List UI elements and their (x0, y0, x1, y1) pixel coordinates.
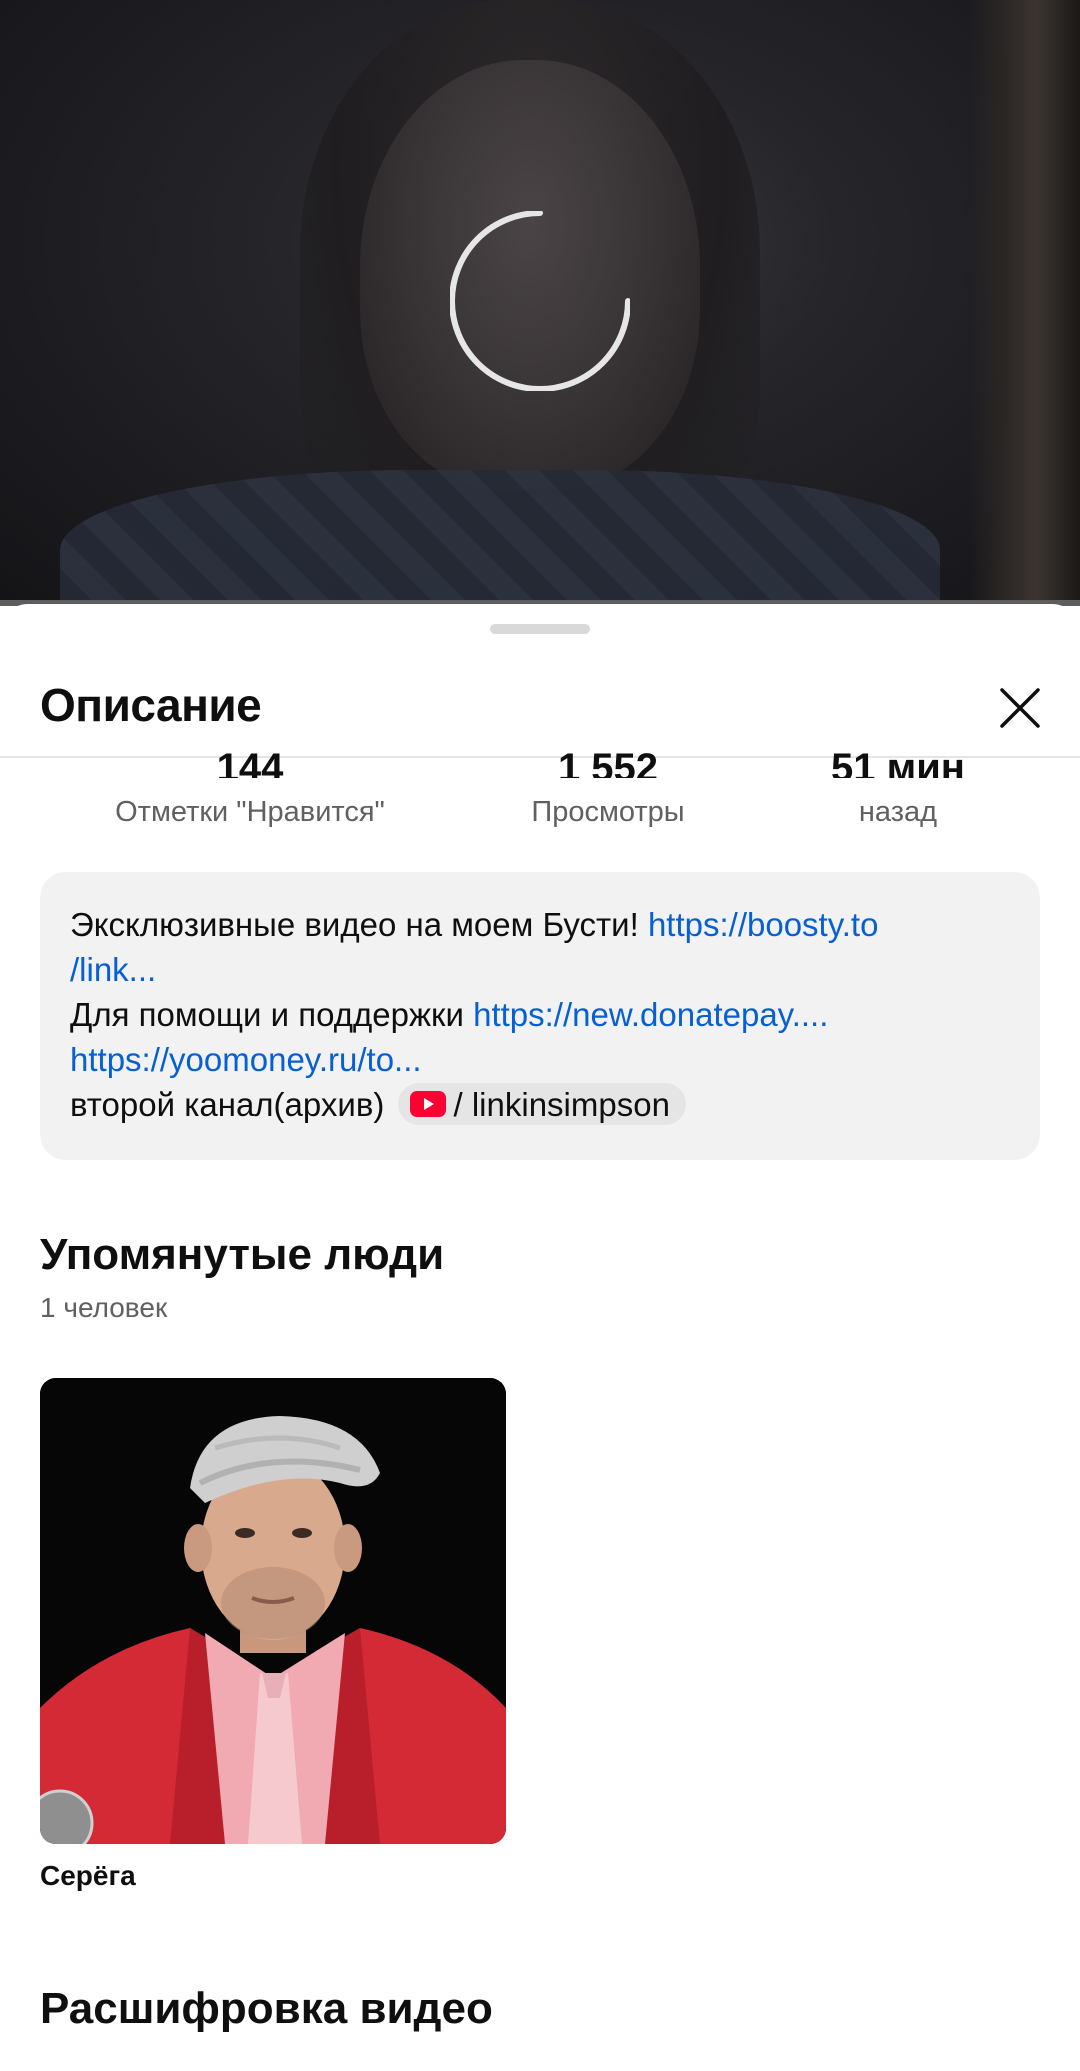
video-stats: 144 Отметки "Нравится" 1 552 Просмотры 5… (0, 748, 1080, 844)
views-count: 1 552 (557, 748, 659, 778)
sheet-header: Описание (0, 658, 1080, 758)
description-text: второй канал(архив) (70, 1086, 394, 1123)
person-name: Серёга (40, 1860, 136, 1891)
upload-time-value: 51 мин (831, 748, 965, 778)
person-photo-illustration (40, 1378, 506, 1844)
video-frame-curtain (970, 0, 1080, 606)
mentioned-people-title: Упомянутые люди (40, 1230, 445, 1279)
boosty-link-continuation[interactable]: /link... (70, 951, 156, 988)
boosty-link[interactable]: https://boosty.to (648, 906, 879, 943)
donatepay-link[interactable]: https://new.donatepay.... (473, 996, 828, 1033)
description-line: Эксклюзивные видео на моем Бусти! https:… (70, 902, 1010, 947)
likes-stat: 144 Отметки "Нравится" (60, 748, 440, 829)
person-photo (40, 1378, 506, 1844)
description-line: /link... (70, 947, 1010, 992)
description-sheet: Описание 144 Отметки "Нравится" 1 552 Пр… (0, 604, 1080, 2071)
yoomoney-link[interactable]: https://yoomoney.ru/to... (70, 1041, 422, 1078)
sheet-drag-handle[interactable] (490, 624, 590, 634)
upload-time-stat: 51 мин назад (788, 748, 1008, 829)
channel-chip-label: / linkinsimpson (453, 1085, 670, 1123)
video-player[interactable] (0, 0, 1080, 606)
close-icon (1000, 688, 1040, 728)
description-box[interactable]: Эксклюзивные видео на моем Бусти! https:… (40, 872, 1040, 1160)
description-line: Для помощи и поддержки https://new.donat… (70, 992, 1010, 1037)
close-button[interactable] (990, 678, 1050, 738)
transcript-section-title: Расшифровка видео (40, 1984, 493, 2033)
person-card[interactable]: Серёга (40, 1378, 506, 1892)
sheet-title: Описание (40, 679, 262, 731)
views-stat: 1 552 Просмотры (488, 748, 728, 829)
description-text: Эксклюзивные видео на моем Бусти! (70, 906, 648, 943)
youtube-icon (409, 1091, 446, 1118)
upload-time-label: назад (858, 796, 938, 828)
likes-label: Отметки "Нравится" (115, 796, 385, 828)
description-line: второй канал(архив) / linkinsimpson (70, 1082, 1010, 1128)
loading-spinner-icon (450, 211, 630, 391)
likes-count: 144 (216, 748, 284, 778)
description-text: Для помощи и поддержки (70, 996, 474, 1033)
views-label: Просмотры (531, 796, 685, 828)
video-frame-shirt (60, 470, 940, 606)
description-line: https://yoomoney.ru/to... (70, 1037, 1010, 1082)
channel-chip[interactable]: / linkinsimpson (397, 1083, 686, 1126)
mentioned-people-count: 1 человек (40, 1292, 168, 1323)
